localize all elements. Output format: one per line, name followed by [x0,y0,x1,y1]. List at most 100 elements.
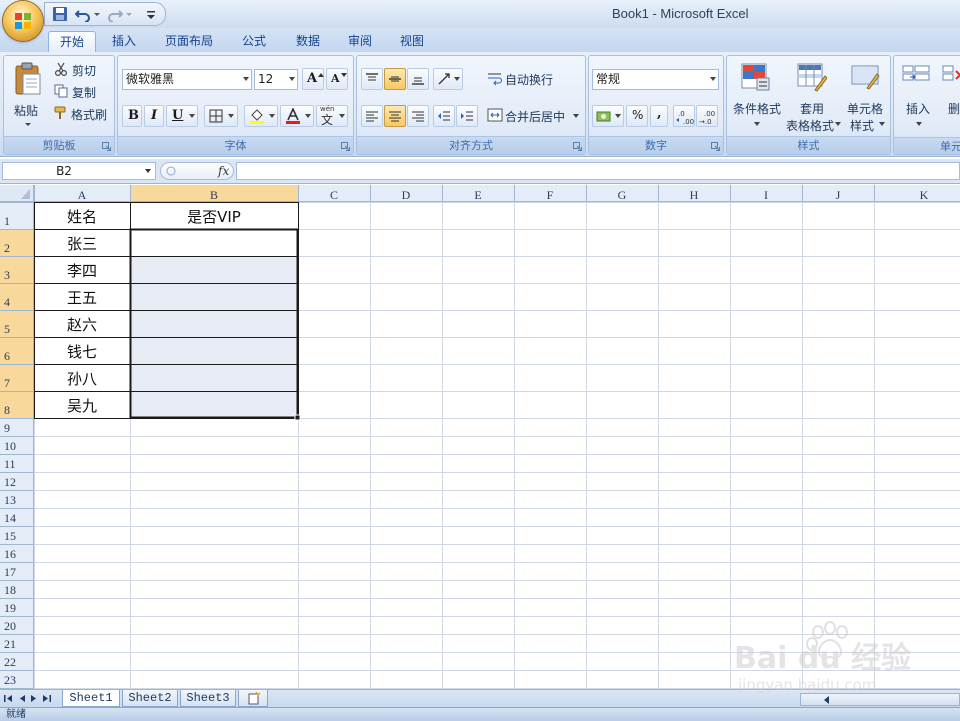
save-icon[interactable] [52,6,68,22]
insert-cells-button[interactable]: 插入 [896,60,936,132]
customize-qat-icon[interactable] [145,6,157,22]
row-header-21[interactable]: 21 [4,637,16,651]
decrease-indent-button[interactable] [433,105,455,127]
row-header-16[interactable]: 16 [4,547,16,561]
align-bottom-button[interactable] [407,68,429,90]
row-header-12[interactable]: 12 [4,475,16,489]
cut-button[interactable]: 剪切 [52,60,110,80]
row-header-13[interactable]: 13 [4,493,16,507]
column-header-k[interactable]: K [920,188,929,202]
formula-input[interactable] [236,162,960,180]
undo-icon[interactable] [75,6,91,22]
merge-center-button[interactable]: 合并后居中 [485,105,581,127]
grow-font-button[interactable]: A [302,68,324,90]
row-header-23[interactable]: 23 [4,673,16,687]
row-header-1[interactable]: 1 [4,214,10,228]
row-header-17[interactable]: 17 [4,565,16,579]
align-middle-button[interactable] [384,68,406,90]
orientation-button[interactable] [433,68,463,90]
previous-sheet-icon[interactable] [18,694,26,703]
italic-button[interactable]: I [144,105,164,127]
tab-home[interactable]: 开始 [48,31,96,53]
font-color-button[interactable] [280,105,314,127]
row-header-10[interactable]: 10 [4,439,16,453]
row-header-9[interactable]: 9 [4,421,10,435]
cell-a1[interactable]: 姓名 [67,208,97,226]
row-header-14[interactable]: 14 [4,511,16,525]
row-header-19[interactable]: 19 [4,601,16,615]
tab-insert[interactable]: 插入 [102,31,146,52]
row-header-15[interactable]: 15 [4,529,16,543]
cell-styles-button[interactable]: 单元格 样式 [843,60,889,133]
row-header-11[interactable]: 11 [4,457,16,471]
percent-style-button[interactable]: % [626,105,648,127]
decrease-decimal-button[interactable]: .00 →.0 [696,105,718,127]
sheet-tab-sheet3[interactable]: Sheet3 [180,690,236,707]
underline-button[interactable]: U [166,105,198,127]
tab-page-layout[interactable]: 页面布局 [158,31,220,52]
column-header-i[interactable]: I [764,188,768,202]
column-header-g[interactable]: G [618,188,627,202]
conditional-formatting-button[interactable]: 条件格式 [729,60,785,132]
column-header-a[interactable]: A [78,188,87,202]
fill-handle[interactable] [294,414,301,421]
cell-b1[interactable]: 是否VIP [187,208,241,226]
paste-button[interactable]: 粘贴 [8,60,46,132]
selection-range[interactable] [130,229,298,418]
column-header-h[interactable]: H [690,188,699,202]
scroll-left-icon[interactable] [823,696,830,704]
font-size-dropdown[interactable]: 12 [254,69,298,90]
cell-a2[interactable]: 张三 [67,235,97,253]
increase-indent-button[interactable] [456,105,478,127]
shrink-font-button[interactable]: A [326,68,348,90]
horizontal-scrollbar[interactable] [800,693,960,706]
column-header-c[interactable]: C [330,188,338,202]
increase-decimal-button[interactable]: .0.00 [673,105,695,127]
number-format-dropdown[interactable]: 常规 [592,69,719,90]
fill-color-button[interactable] [244,105,278,127]
row-header-18[interactable]: 18 [4,583,16,597]
bold-button[interactable]: B [122,105,142,127]
row-header-3[interactable]: 3 [4,268,10,282]
cell-a3[interactable]: 李四 [67,262,97,280]
row-header-22[interactable]: 22 [4,655,16,669]
tab-view[interactable]: 视图 [390,31,434,52]
phonetic-guide-button[interactable]: wén 文 [316,105,348,127]
next-sheet-icon[interactable] [30,694,38,703]
sheet-tab-sheet2[interactable]: Sheet2 [122,690,178,707]
row-header-7[interactable]: 7 [4,376,10,390]
cell-a7[interactable]: 孙八 [67,370,97,388]
cell-a8[interactable]: 吴九 [67,397,97,415]
column-header-b[interactable]: B [210,188,218,202]
name-box-dropdown-icon[interactable] [145,169,151,173]
row-header-5[interactable]: 5 [4,322,10,336]
redo-dropdown-icon[interactable] [125,6,133,22]
accounting-format-button[interactable] [592,105,624,127]
tab-formulas[interactable]: 公式 [232,31,276,52]
row-header-4[interactable]: 4 [4,295,10,309]
column-header-f[interactable]: F [547,188,554,202]
clipboard-dialog-launcher-icon[interactable] [102,142,111,151]
undo-dropdown-icon[interactable] [93,6,101,22]
align-left-button[interactable] [361,105,383,127]
tab-data[interactable]: 数据 [286,31,330,52]
font-name-dropdown[interactable]: 微软雅黑 [122,69,252,90]
format-painter-button[interactable]: 格式刷 [52,104,112,124]
cell-a4[interactable]: 王五 [67,289,97,307]
column-header-d[interactable]: D [402,188,411,202]
number-dialog-launcher-icon[interactable] [711,142,720,151]
name-box[interactable]: B2 [2,162,156,180]
insert-sheet-button[interactable] [238,690,268,707]
column-header-e[interactable]: E [474,188,481,202]
cell-a5[interactable]: 赵六 [67,316,97,334]
align-top-button[interactable] [361,68,383,90]
insert-function-button[interactable]: fx [218,164,229,178]
format-as-table-button[interactable]: 套用 表格格式 [785,60,841,133]
row-header-8[interactable]: 8 [4,403,10,417]
cell-a6[interactable]: 钱七 [67,343,97,361]
borders-button[interactable] [204,105,238,127]
active-cell[interactable] [130,229,298,256]
align-center-button[interactable] [384,105,406,127]
sheet-tab-sheet1[interactable]: Sheet1 [62,690,120,707]
redo-icon[interactable] [107,6,123,22]
